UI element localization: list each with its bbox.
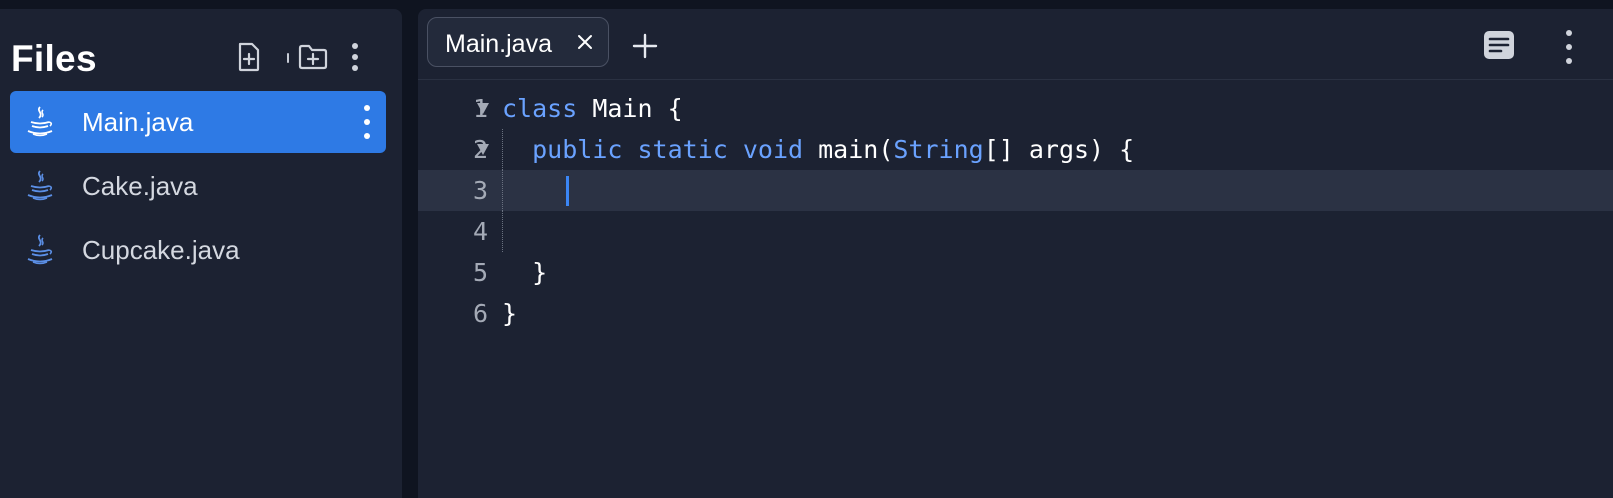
code-token: Main { [577, 94, 683, 123]
code-text: class Main { [502, 88, 683, 129]
new-file-button[interactable] [232, 37, 266, 77]
editor-more-button[interactable] [1564, 30, 1574, 64]
files-sidebar: Files Main.java Cake.java Cupcake.java [0, 9, 402, 498]
code-keyword: public [532, 135, 623, 164]
java-file-icon [27, 170, 53, 201]
indent-guide [502, 170, 503, 211]
file-item-main[interactable]: Main.java [10, 91, 386, 153]
line-number: 6 [472, 299, 488, 328]
actions-divider [287, 53, 289, 63]
text-cursor [566, 176, 569, 206]
indent-guide [502, 211, 503, 252]
file-name: Cupcake.java [82, 234, 240, 265]
line-number: 4 [472, 217, 488, 246]
code-text: public static void main(String[] args) { [502, 129, 1134, 170]
fold-arrow-icon[interactable] [476, 101, 490, 115]
code-line[interactable]: 1class Main { [418, 88, 1613, 129]
tab-label: Main.java [445, 30, 552, 58]
code-line[interactable]: 5 } [418, 252, 1613, 293]
code-keyword: void [742, 135, 804, 164]
code-keyword: static [637, 135, 728, 164]
fold-arrow-icon[interactable] [476, 142, 490, 156]
file-list: Main.java Cake.java Cupcake.java [10, 91, 386, 283]
code-token: main( [803, 135, 894, 164]
tab-main-java[interactable]: Main.java [427, 17, 609, 67]
code-area[interactable]: 1class Main {2 public static void main(S… [418, 88, 1613, 334]
code-token: } [502, 299, 518, 328]
more-vertical-icon [352, 43, 358, 71]
code-line[interactable]: 4 [418, 211, 1613, 252]
code-text: } [502, 293, 517, 334]
new-file-icon [238, 42, 260, 72]
document-icon[interactable] [1483, 30, 1515, 60]
close-icon[interactable] [575, 32, 595, 52]
code-text: } [502, 252, 547, 293]
code-token: [] args) { [983, 135, 1135, 164]
line-number: 3 [472, 176, 488, 205]
code-editor: Main.java 1class Main {2 public static v… [418, 9, 1613, 498]
file-name: Main.java [82, 106, 194, 137]
code-token: } [502, 258, 548, 287]
java-file-icon [27, 234, 53, 265]
code-keyword: class [502, 94, 578, 123]
code-keyword: String [893, 135, 984, 164]
sidebar-title: Files [11, 38, 97, 79]
code-line[interactable]: 6} [418, 293, 1613, 334]
line-number: 5 [472, 258, 488, 287]
new-folder-icon [298, 44, 328, 70]
tab-bar: Main.java [418, 9, 1613, 80]
code-line[interactable]: 2 public static void main(String[] args)… [418, 129, 1613, 170]
code-line[interactable]: 3 [418, 170, 1613, 211]
plus-icon[interactable] [631, 32, 659, 60]
file-item-cupcake[interactable]: Cupcake.java [10, 219, 386, 281]
file-name: Cake.java [82, 170, 198, 201]
java-file-icon [27, 106, 53, 137]
sidebar-more-button[interactable] [340, 37, 370, 77]
file-item-cake[interactable]: Cake.java [10, 155, 386, 217]
new-folder-button[interactable] [296, 37, 330, 77]
file-more-button[interactable] [360, 105, 374, 139]
